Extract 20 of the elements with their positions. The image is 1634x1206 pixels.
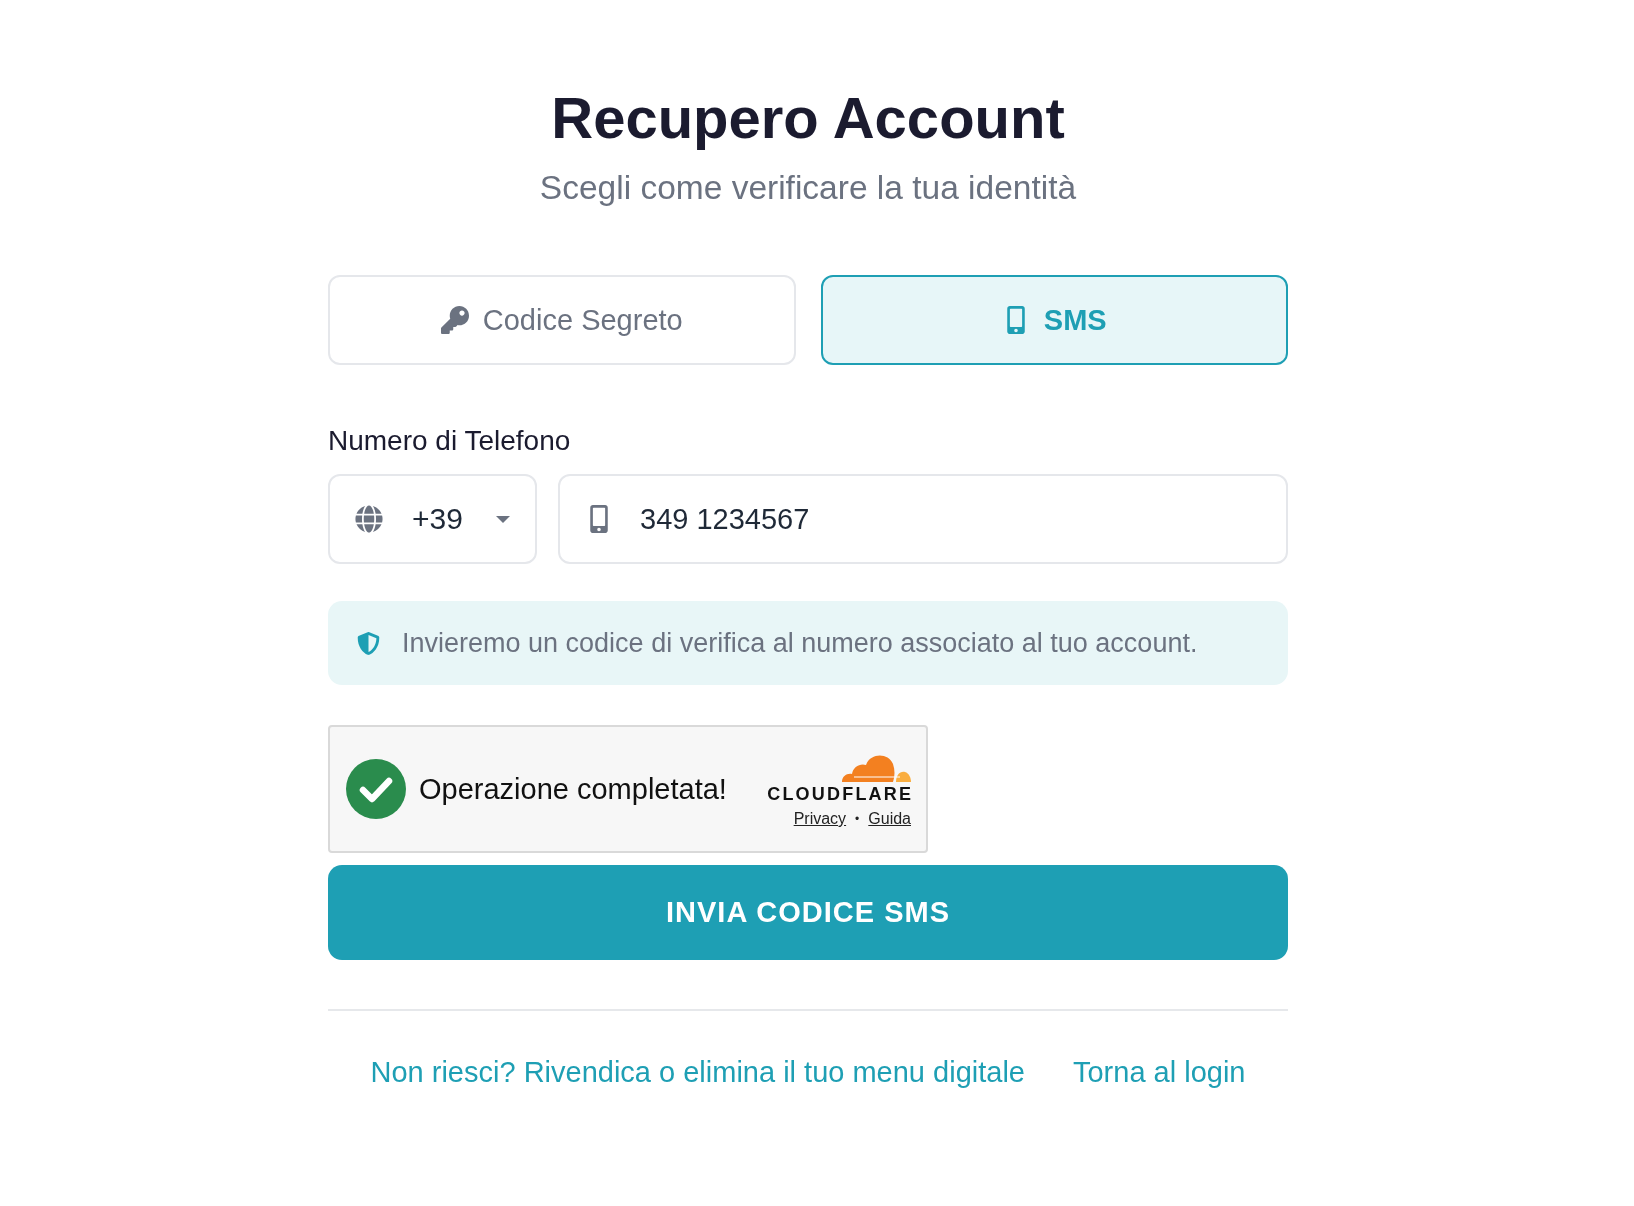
captcha-status-text: Operazione completata!: [419, 772, 727, 806]
footer-link[interactable]: Non riesci? Rivendica o elimina il tuo menu digitale: [370, 1055, 1025, 1089]
shield-icon: [357, 631, 380, 655]
page-subtitle: Scegli come verificare la tua identità: [539, 168, 1077, 208]
notice-text: Invieremo un codice di verifica al numero associato al tuo account.: [402, 627, 1198, 659]
caret-icon: [495, 515, 510, 523]
submit-button[interactable]: INVIA CODICE SMS: [328, 865, 1288, 960]
footer-link[interactable]: Torna al login: [1072, 1055, 1246, 1089]
phone-number-field[interactable]: 349 1234567: [558, 474, 1288, 564]
page-title: Recupero Account: [551, 85, 1065, 151]
field-label: Numero di Telefono: [328, 425, 571, 457]
captcha-link[interactable]: Guida: [868, 810, 911, 828]
method-tab[interactable]: SMS: [820, 275, 1288, 365]
globe-icon: [355, 505, 383, 533]
key-icon: [440, 306, 469, 334]
country-code-select[interactable]: +39: [328, 474, 537, 564]
link-separator: •: [855, 812, 860, 826]
method-tab[interactable]: Codice Segreto: [328, 275, 796, 365]
captcha-link[interactable]: Privacy: [793, 810, 847, 828]
logo-wordmark: CLOUDFLARE: [767, 784, 914, 804]
